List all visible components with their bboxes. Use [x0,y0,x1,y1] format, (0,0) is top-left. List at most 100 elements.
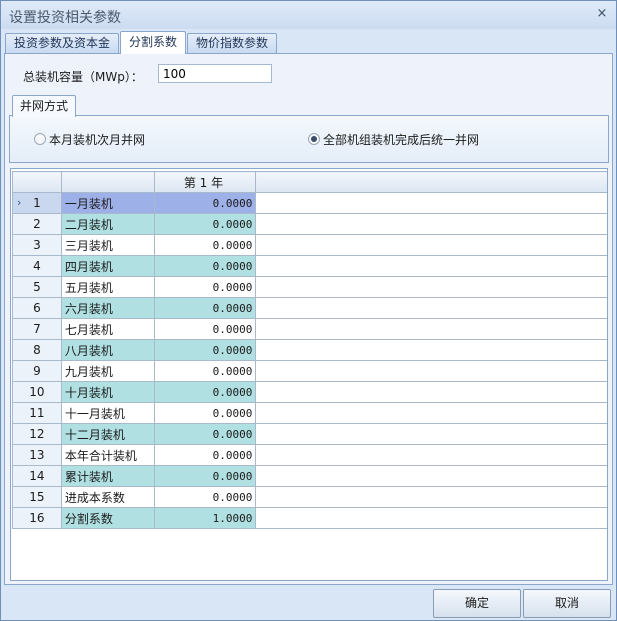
grid-mode-group-label[interactable]: 并网方式 [12,95,76,117]
row-value-cell[interactable]: 0.0000 [153,255,257,277]
table-row[interactable]: 3 三月装机 0.0000 [12,234,607,256]
table-row[interactable]: 16 分割系数 1.0000 [12,507,607,529]
row-value-cell[interactable]: 0.0000 [153,192,257,214]
row-number-cell[interactable]: › 1 [12,192,62,214]
row-number: 1 [33,196,41,210]
row-value-cell[interactable]: 0.0000 [153,381,257,403]
table-row[interactable]: 11 十一月装机 0.0000 [12,402,607,424]
row-empty-cell [255,381,607,403]
table-row[interactable]: 2 二月装机 0.0000 [12,213,607,235]
row-number-cell[interactable]: 2 [12,213,62,235]
row-name-cell: 二月装机 [60,213,155,235]
row-number-header [12,171,62,193]
row-empty-cell [255,507,607,529]
row-empty-cell [255,360,607,382]
radio-next-month-grid[interactable]: 本月装机次月并网 [34,131,145,148]
row-empty-cell [255,234,607,256]
row-number-cell[interactable]: 11 [12,402,62,424]
row-empty-cell [255,486,607,508]
table-row[interactable]: 14 累计装机 0.0000 [12,465,607,487]
row-name-cell: 分割系数 [60,507,155,529]
tab-content-panel: 总装机容量（MWp）： 并网方式 本月装机次月并网 全部机组装机完成后统一并网 … [4,53,613,585]
tab-split-coefficient[interactable]: 分割系数 [120,31,186,54]
row-number-cell[interactable]: 5 [12,276,62,298]
dialog-footer: 确定 取消 [1,585,616,620]
tab-investment-params[interactable]: 投资参数及资本金 [5,33,119,53]
row-value-cell[interactable]: 0.0000 [153,213,257,235]
row-empty-cell [255,402,607,424]
table-row[interactable]: 13 本年合计装机 0.0000 [12,444,607,466]
row-value-cell[interactable]: 0.0000 [153,465,257,487]
table-row[interactable]: 6 六月装机 0.0000 [12,297,607,319]
coefficient-grid[interactable]: 第 1 年 › 1 一月装机 0.0000 2 二月装机 0.0000 3 三月… [10,168,608,581]
row-name-cell: 十月装机 [60,381,155,403]
row-name-cell: 八月装机 [60,339,155,361]
radio-label: 本月装机次月并网 [49,133,146,147]
radio-unified-grid[interactable]: 全部机组装机完成后统一并网 [308,131,479,148]
table-row[interactable]: 8 八月装机 0.0000 [12,339,607,361]
year-1-header[interactable]: 第 1 年 [153,171,257,193]
table-row[interactable]: 12 十二月装机 0.0000 [12,423,607,445]
row-empty-cell [255,339,607,361]
table-row[interactable]: › 1 一月装机 0.0000 [12,192,607,214]
title-bar[interactable]: 设置投资相关参数 × [1,1,616,29]
capacity-input[interactable] [158,64,272,83]
table-row[interactable]: 15 进成本系数 0.0000 [12,486,607,508]
table-row[interactable]: 4 四月装机 0.0000 [12,255,607,277]
row-value-cell[interactable]: 0.0000 [153,234,257,256]
row-number-cell[interactable]: 12 [12,423,62,445]
row-name-cell: 五月装机 [60,276,155,298]
row-number-cell[interactable]: 9 [12,360,62,382]
row-number-cell[interactable]: 4 [12,255,62,277]
row-value-cell[interactable]: 0.0000 [153,318,257,340]
row-value-cell[interactable]: 0.0000 [153,444,257,466]
row-empty-cell [255,255,607,277]
row-number-cell[interactable]: 7 [12,318,62,340]
row-empty-cell [255,318,607,340]
row-name-cell: 九月装机 [60,360,155,382]
row-number-cell[interactable]: 3 [12,234,62,256]
row-name-cell: 累计装机 [60,465,155,487]
row-name-cell: 四月装机 [60,255,155,277]
row-number-cell[interactable]: 10 [12,381,62,403]
row-number-cell[interactable]: 14 [12,465,62,487]
radio-checked-icon[interactable] [308,133,320,145]
row-number-cell[interactable]: 16 [12,507,62,529]
row-value-cell[interactable]: 0.0000 [153,276,257,298]
row-value-cell[interactable]: 0.0000 [153,486,257,508]
radio-label: 全部机组装机完成后统一并网 [323,133,480,147]
row-value-cell[interactable]: 0.0000 [153,360,257,382]
row-value-cell[interactable]: 0.0000 [153,402,257,424]
radio-unchecked-icon[interactable] [34,133,46,145]
row-value-cell[interactable]: 1.0000 [153,507,257,529]
row-name-cell: 十一月装机 [60,402,155,424]
coefficient-table: 第 1 年 › 1 一月装机 0.0000 2 二月装机 0.0000 3 三月… [12,171,607,529]
row-empty-cell [255,213,607,235]
capacity-label: 总装机容量（MWp）： [23,70,143,84]
row-name-cell: 三月装机 [60,234,155,256]
row-empty-cell [255,423,607,445]
row-number-cell[interactable]: 15 [12,486,62,508]
row-empty-cell [255,192,607,214]
row-value-cell[interactable]: 0.0000 [153,297,257,319]
row-value-cell[interactable]: 0.0000 [153,423,257,445]
row-name-cell: 十二月装机 [60,423,155,445]
row-empty-cell [255,444,607,466]
tab-price-index-params[interactable]: 物价指数参数 [187,33,277,53]
row-selected-icon: › [17,196,22,209]
table-row[interactable]: 9 九月装机 0.0000 [12,360,607,382]
row-value-cell[interactable]: 0.0000 [153,339,257,361]
row-empty-cell [255,465,607,487]
row-number-cell[interactable]: 6 [12,297,62,319]
table-row[interactable]: 7 七月装机 0.0000 [12,318,607,340]
row-name-cell: 六月装机 [60,297,155,319]
row-number-cell[interactable]: 13 [12,444,62,466]
close-icon[interactable]: × [594,6,610,22]
table-row[interactable]: 10 十月装机 0.0000 [12,381,607,403]
ok-button[interactable]: 确定 [433,589,521,618]
row-number-cell[interactable]: 8 [12,339,62,361]
empty-header [255,171,607,193]
cancel-button[interactable]: 取消 [523,589,611,618]
table-row[interactable]: 5 五月装机 0.0000 [12,276,607,298]
header-row: 第 1 年 [12,171,607,193]
